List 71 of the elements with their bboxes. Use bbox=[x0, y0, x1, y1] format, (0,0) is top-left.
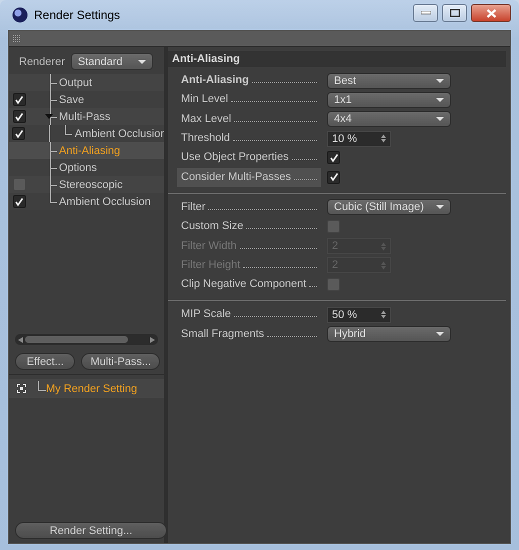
spinner-icon[interactable] bbox=[381, 310, 386, 320]
dropdown[interactable]: 4x4 bbox=[327, 111, 451, 128]
panel-title: Anti-Aliasing bbox=[172, 53, 240, 65]
checkbox[interactable] bbox=[12, 127, 26, 140]
renderer-label: Renderer bbox=[19, 56, 65, 68]
setting-label: Max Level bbox=[181, 112, 232, 125]
tree-item[interactable]: Save bbox=[59, 94, 84, 106]
setting-label: Threshold bbox=[181, 132, 230, 144]
checkbox[interactable] bbox=[327, 278, 340, 292]
setting-label: Clip Negative Component bbox=[181, 278, 306, 290]
setting-label: Filter Width bbox=[181, 240, 237, 252]
minimize-button[interactable] bbox=[413, 4, 438, 22]
tree-row[interactable]: Stereoscopic bbox=[9, 176, 164, 193]
effect-button[interactable]: Effect... bbox=[15, 353, 76, 370]
list-row[interactable]: My Render Setting bbox=[9, 379, 164, 398]
tree-item[interactable]: Output bbox=[59, 76, 92, 88]
focus-icon bbox=[17, 384, 26, 393]
tree-row[interactable]: Output bbox=[9, 74, 164, 91]
scroll-left-icon[interactable] bbox=[18, 336, 23, 342]
setting-label: Min Level bbox=[181, 93, 228, 106]
maximize-icon bbox=[450, 9, 460, 17]
setting-label: Anti-Aliasing bbox=[181, 74, 249, 86]
checkbox[interactable] bbox=[327, 220, 340, 234]
tree-item[interactable]: Stereoscopic bbox=[59, 178, 123, 190]
renderer-dropdown[interactable]: Standard bbox=[70, 53, 153, 70]
checkbox[interactable] bbox=[327, 170, 340, 184]
dropdown[interactable]: Best bbox=[327, 72, 451, 89]
tree-item[interactable]: Ambient Occlusior bbox=[74, 128, 164, 140]
setting-label: Filter bbox=[181, 200, 206, 213]
checkbox[interactable] bbox=[327, 151, 340, 164]
dropdown[interactable]: Hybrid bbox=[327, 326, 451, 342]
dropdown[interactable]: Cubic (Still Image) bbox=[327, 199, 451, 216]
tree-item[interactable]: Ambient Occlusion bbox=[59, 196, 151, 208]
spinner-icon[interactable] bbox=[381, 134, 386, 144]
setting-label: Custom Size bbox=[181, 220, 244, 232]
minimize-icon bbox=[420, 11, 430, 15]
checkbox[interactable] bbox=[12, 93, 26, 106]
tree-row[interactable]: Multi-Pass bbox=[9, 108, 164, 125]
multi-pass-button[interactable]: Multi-Pass... bbox=[81, 353, 160, 370]
number-field[interactable]: 10 % bbox=[327, 130, 391, 147]
close-button[interactable] bbox=[471, 4, 511, 22]
caret-icon bbox=[436, 117, 444, 122]
setting-label: Small Fragments bbox=[181, 328, 264, 340]
render-setting-button[interactable]: Render Setting... bbox=[15, 522, 167, 539]
setting-label: Consider Multi-Passes bbox=[181, 170, 292, 183]
maximize-button[interactable] bbox=[442, 4, 467, 22]
scroll-right-icon[interactable] bbox=[150, 336, 155, 342]
horizontal-scrollbar[interactable] bbox=[15, 334, 158, 345]
tree-row[interactable]: Ambient Occlusior bbox=[9, 125, 164, 142]
caret-icon bbox=[436, 98, 444, 102]
tree-item[interactable]: Anti-Aliasing bbox=[59, 144, 120, 156]
number-field[interactable]: 50 % bbox=[327, 306, 391, 323]
sphere-icon bbox=[12, 7, 28, 23]
checkbox[interactable] bbox=[12, 195, 26, 208]
tree-item[interactable]: Multi-Pass bbox=[59, 110, 110, 122]
close-icon bbox=[486, 8, 496, 18]
checkbox[interactable] bbox=[12, 110, 26, 123]
dropdown[interactable]: 1x1 bbox=[327, 92, 451, 108]
window-title: Render Settings bbox=[34, 8, 122, 22]
caret-icon bbox=[138, 60, 146, 64]
caret-icon bbox=[436, 78, 444, 83]
expand-arrow-icon[interactable] bbox=[45, 114, 53, 120]
setting-label: MIP Scale bbox=[181, 308, 231, 320]
render-setting-item[interactable]: My Render Setting bbox=[46, 382, 138, 394]
caret-icon bbox=[436, 332, 444, 336]
tree-row[interactable]: Anti-Aliasing bbox=[9, 142, 164, 159]
setting-label: Filter Height bbox=[181, 258, 240, 271]
setting-label: Use Object Properties bbox=[181, 151, 289, 164]
tree-connector-icon bbox=[38, 380, 46, 390]
caret-icon bbox=[436, 205, 444, 210]
tree-item[interactable]: Options bbox=[59, 162, 97, 174]
